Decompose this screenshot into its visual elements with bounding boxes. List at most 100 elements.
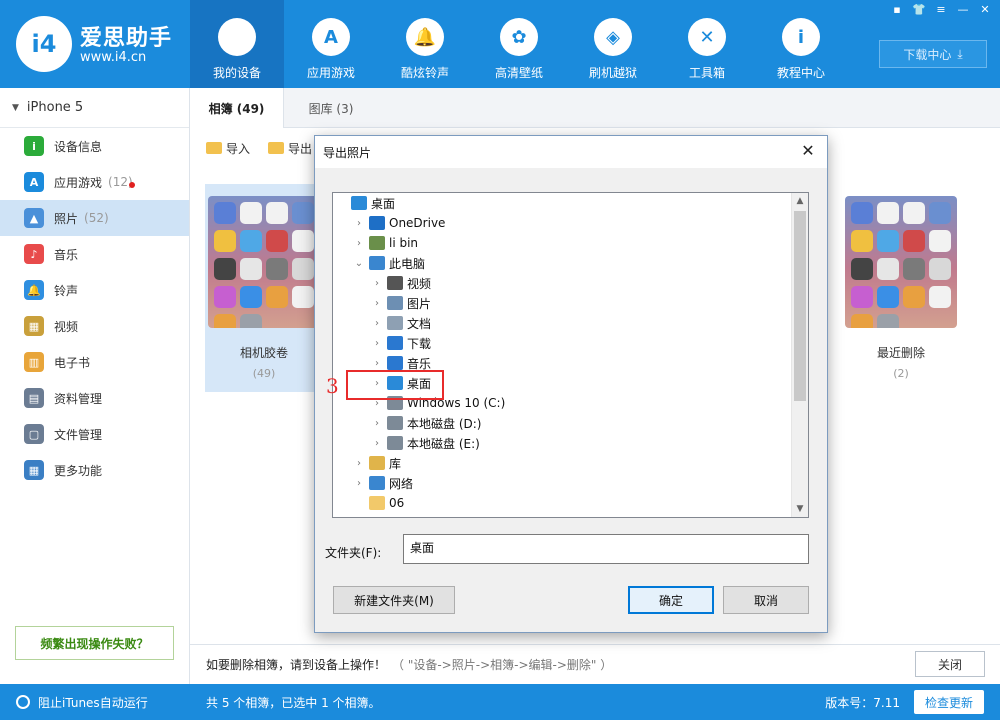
sidebar-item-8[interactable]: ▢ 文件管理 bbox=[0, 416, 189, 452]
close-button[interactable]: 关闭 bbox=[915, 651, 985, 677]
operation-fail-help-button[interactable]: 频繁出现操作失败？ bbox=[15, 626, 174, 660]
tree-expander-icon[interactable]: › bbox=[371, 438, 383, 449]
tree-scrollbar[interactable]: ▲ ▼ bbox=[791, 193, 808, 517]
tree-item[interactable]: ⌄ 此电脑 bbox=[333, 253, 808, 273]
folder-input[interactable]: 桌面 bbox=[403, 534, 809, 564]
sidebar-icon: ▲ bbox=[24, 208, 44, 228]
export-button[interactable]: 导出 bbox=[268, 140, 312, 157]
tree-item[interactable]: › OneDrive bbox=[333, 213, 808, 233]
skin-icon[interactable]: 👕 bbox=[912, 4, 926, 16]
tree-item[interactable]: › 图片 bbox=[333, 293, 808, 313]
app-tile bbox=[851, 230, 873, 252]
nav-item-4[interactable]: ◈ 刷机越狱 bbox=[566, 0, 660, 88]
folder-icon bbox=[387, 356, 403, 370]
minimize-icon[interactable]: — bbox=[956, 4, 970, 16]
scroll-up-icon[interactable]: ▲ bbox=[792, 193, 808, 209]
tree-expander-icon[interactable]: › bbox=[353, 478, 365, 489]
tree-item[interactable]: › 库 bbox=[333, 453, 808, 473]
nav-item-5[interactable]: ✕ 工具箱 bbox=[660, 0, 754, 88]
app-tile bbox=[903, 258, 925, 280]
sidebar-item-4[interactable]: 🔔 铃声 bbox=[0, 272, 189, 308]
tree-item[interactable]: › 文档 bbox=[333, 313, 808, 333]
mini-icon[interactable]: ▪ bbox=[890, 4, 904, 16]
nav-item-6[interactable]: i 教程中心 bbox=[754, 0, 848, 88]
tree-item-label: 本地磁盘 (E:) bbox=[407, 436, 480, 451]
app-tile bbox=[240, 230, 262, 252]
folder-icon bbox=[387, 416, 403, 430]
sidebar-item-0[interactable]: i 设备信息 bbox=[0, 128, 189, 164]
new-folder-button[interactable]: 新建文件夹(M) bbox=[333, 586, 455, 614]
sidebar-item-7[interactable]: ▤ 资料管理 bbox=[0, 380, 189, 416]
logo: i4 bbox=[16, 16, 72, 72]
scroll-down-icon[interactable]: ▼ bbox=[792, 501, 808, 517]
tree-item[interactable]: › 下载 bbox=[333, 333, 808, 353]
delete-album-note: 如要删除相簿，请到设备上操作！ bbox=[206, 658, 387, 672]
sidebar-icon: ▤ bbox=[24, 388, 44, 408]
sidebar-icon: ▦ bbox=[24, 316, 44, 336]
tree-expander-icon[interactable]: › bbox=[353, 458, 365, 469]
sidebar-item-9[interactable]: ▦ 更多功能 bbox=[0, 452, 189, 488]
check-update-button[interactable]: 检查更新 bbox=[914, 690, 984, 714]
folder-icon bbox=[351, 196, 367, 210]
download-icon: ⤓ bbox=[957, 46, 963, 61]
tree-expander-icon[interactable]: ⌄ bbox=[353, 258, 365, 269]
tree-expander-icon[interactable]: › bbox=[353, 238, 365, 249]
album-recently-deleted[interactable]: 最近删除 (2) bbox=[842, 184, 960, 392]
app-tile bbox=[851, 314, 873, 328]
nav-label: 刷机越狱 bbox=[588, 66, 637, 80]
itunes-toggle[interactable]: 阻止iTunes自动运行 bbox=[0, 694, 190, 711]
tree-expander-icon[interactable]: › bbox=[371, 318, 383, 329]
tools-icon: ✕ bbox=[688, 18, 726, 56]
nav-item-2[interactable]: 🔔 酷炫铃声 bbox=[378, 0, 472, 88]
sidebar-item-label: 音乐 bbox=[54, 247, 79, 262]
menu-icon[interactable]: ≡ bbox=[934, 4, 948, 16]
sidebar-item-1[interactable]: A 应用游戏 (12) bbox=[0, 164, 189, 200]
close-window-icon[interactable]: ✕ bbox=[978, 4, 992, 16]
app-tile bbox=[851, 202, 873, 224]
import-folder-icon bbox=[206, 142, 222, 154]
nav-item-1[interactable]: A 应用游戏 bbox=[284, 0, 378, 88]
sidebar-item-label: 更多功能 bbox=[54, 463, 103, 478]
sidebar-item-2[interactable]: ▲ 照片 (52) bbox=[0, 200, 189, 236]
app-tile bbox=[240, 258, 262, 280]
status-bar: 阻止iTunes自动运行 共 5 个相簿，已选中 1 个相簿。 版本号：7.11… bbox=[0, 684, 1000, 720]
tab-library[interactable]: 图库 (3) bbox=[284, 88, 378, 128]
tree-item[interactable]: › 本地磁盘 (D:) bbox=[333, 413, 808, 433]
tree-expander-icon[interactable]: › bbox=[353, 218, 365, 229]
cancel-button[interactable]: 取消 bbox=[723, 586, 809, 614]
tree-expander-icon[interactable]: › bbox=[371, 338, 383, 349]
sidebar-item-5[interactable]: ▦ 视频 bbox=[0, 308, 189, 344]
notification-dot bbox=[129, 182, 135, 188]
tree-item-label: 桌面 bbox=[371, 196, 396, 211]
tree-item-label: li bin bbox=[389, 236, 419, 250]
selection-summary: 共 5 个相簿，已选中 1 个相簿。 bbox=[206, 695, 381, 710]
tree-item[interactable]: 桌面 bbox=[333, 193, 808, 213]
sidebar-item-3[interactable]: ♪ 音乐 bbox=[0, 236, 189, 272]
import-button[interactable]: 导入 bbox=[206, 140, 250, 157]
folder-tree[interactable]: 桌面 › OneDrive › li bin ⌄ 此电脑 › 视频 › 图片 › 文档 › 下载 › 音乐 › 桌面… bbox=[332, 192, 809, 518]
app-tile bbox=[292, 230, 314, 252]
app-tile bbox=[266, 258, 288, 280]
tree-expander-icon[interactable]: › bbox=[371, 298, 383, 309]
download-center-button[interactable]: 下载中心 ⤓ bbox=[879, 40, 987, 68]
close-icon[interactable]: ✕ bbox=[799, 142, 817, 160]
tree-item[interactable]: › 本地磁盘 (E:) bbox=[333, 433, 808, 453]
tree-item[interactable]: 06 bbox=[333, 493, 808, 513]
ok-button[interactable]: 确定 bbox=[628, 586, 714, 614]
nav-item-3[interactable]: ✿ 高清壁纸 bbox=[472, 0, 566, 88]
app-tile bbox=[929, 258, 951, 280]
nav-item-0[interactable]: 我的设备 bbox=[190, 0, 284, 88]
app-tile bbox=[929, 202, 951, 224]
album-camera-roll[interactable]: 相机胶卷 (49) bbox=[205, 184, 323, 392]
sidebar-item-6[interactable]: ▥ 电子书 bbox=[0, 344, 189, 380]
scroll-thumb[interactable] bbox=[794, 211, 806, 401]
tree-expander-icon[interactable]: › bbox=[371, 278, 383, 289]
tab-albums[interactable]: 相簿 (49) bbox=[190, 88, 284, 128]
tree-expander-icon[interactable]: › bbox=[371, 358, 383, 369]
tree-expander-icon[interactable]: › bbox=[371, 418, 383, 429]
sidebar-icon: i bbox=[24, 136, 44, 156]
tree-item[interactable]: › li bin bbox=[333, 233, 808, 253]
tree-item[interactable]: › 网络 bbox=[333, 473, 808, 493]
device-selector[interactable]: ▼ iPhone 5 bbox=[0, 88, 189, 128]
tree-item[interactable]: › 视频 bbox=[333, 273, 808, 293]
